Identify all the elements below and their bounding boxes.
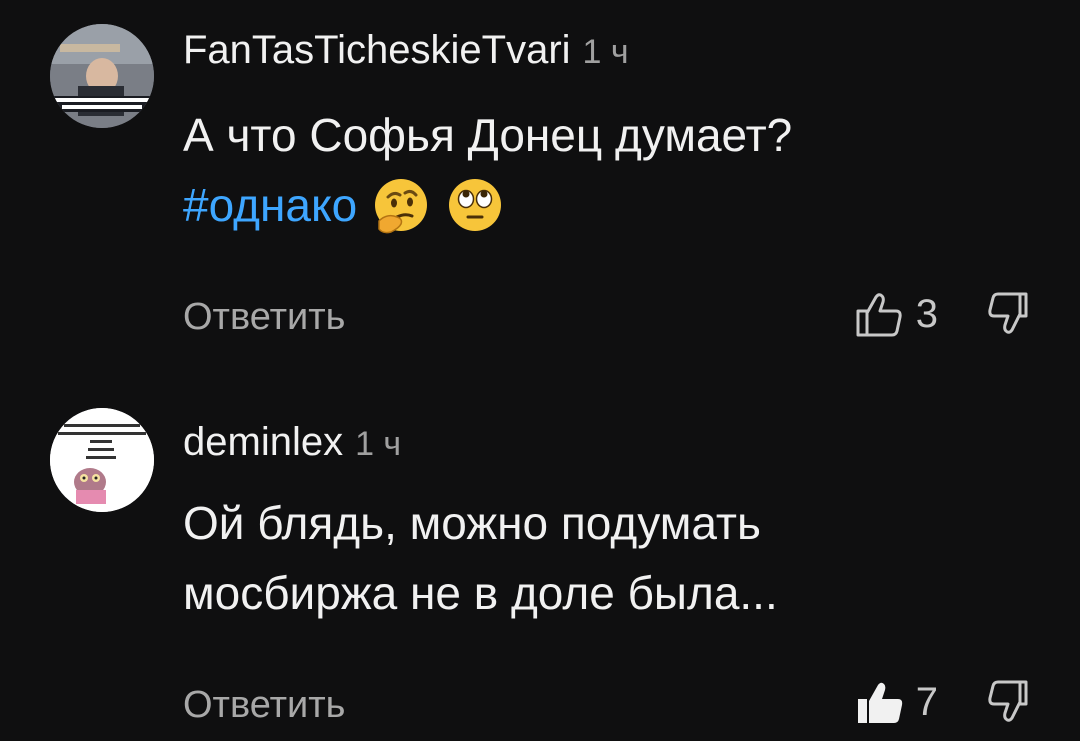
avatar-image bbox=[50, 24, 154, 128]
comment-header: FanTasTicheskieTvari 1 ч bbox=[183, 28, 629, 73]
rolling-eyes-icon bbox=[445, 175, 505, 235]
like-button[interactable]: 3 bbox=[854, 291, 938, 339]
thumbs-down-outline-icon bbox=[988, 292, 1028, 334]
comment-header: deminlex 1 ч bbox=[183, 420, 401, 465]
thumbs-up-outline-icon bbox=[856, 292, 902, 336]
comment-time: 1 ч bbox=[355, 425, 402, 463]
reply-button[interactable]: Ответить bbox=[183, 296, 345, 339]
comment-text-line: мосбиржа не в доле была... bbox=[183, 567, 778, 619]
avatar[interactable] bbox=[50, 408, 154, 512]
like-button[interactable]: 7 bbox=[854, 679, 938, 727]
comment: FanTasTicheskieTvari 1 ч А что Софья Дон… bbox=[0, 0, 1080, 370]
like-count: 7 bbox=[915, 680, 938, 724]
comment-time: 1 ч bbox=[582, 33, 629, 71]
like-count: 3 bbox=[915, 292, 938, 336]
hashtag-link[interactable]: #однако bbox=[183, 179, 357, 231]
comment-text-line: А что Софья Донец думает? bbox=[183, 109, 793, 161]
thumbs-up-filled-icon bbox=[857, 682, 902, 723]
comment-actions: 3 bbox=[854, 288, 1030, 341]
dislike-button[interactable] bbox=[982, 676, 1030, 729]
comment-text-line: Ой блядь, можно подумать bbox=[183, 497, 761, 549]
comment-text: А что Софья Донец думает? #однако bbox=[183, 100, 1043, 240]
author-name[interactable]: FanTasTicheskieTvari bbox=[183, 28, 571, 73]
avatar-image bbox=[50, 408, 154, 512]
comment-text-line: #однако bbox=[183, 170, 1043, 240]
comment: deminlex 1 ч Ой блядь, можно подумать мо… bbox=[0, 370, 1080, 741]
dislike-button[interactable] bbox=[982, 288, 1030, 341]
author-name[interactable]: deminlex bbox=[183, 420, 343, 465]
reply-button[interactable]: Ответить bbox=[183, 684, 345, 727]
comment-actions: 7 bbox=[854, 676, 1030, 729]
comment-text: Ой блядь, можно подумать мосбиржа не в д… bbox=[183, 488, 1043, 628]
avatar[interactable] bbox=[50, 24, 154, 128]
thumbs-down-outline-icon bbox=[988, 680, 1028, 722]
thinking-face-icon bbox=[371, 175, 431, 235]
